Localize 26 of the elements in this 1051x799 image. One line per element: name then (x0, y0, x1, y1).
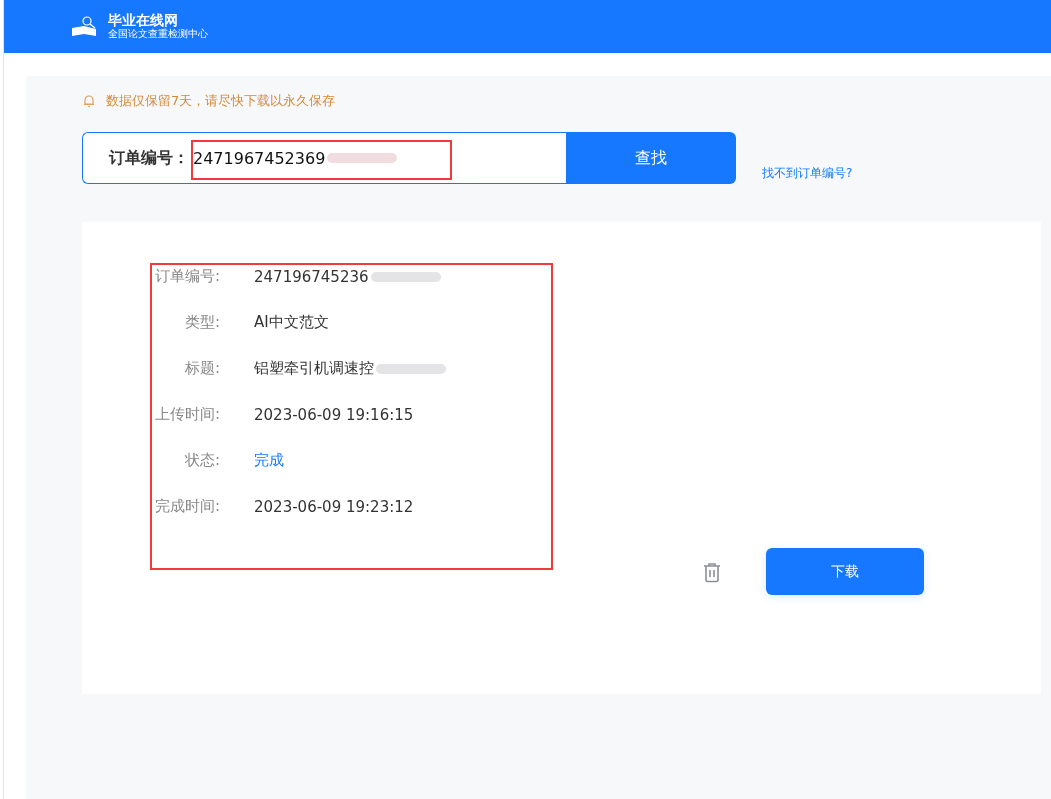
order-search-field[interactable]: 订单编号： 2471967452369 (82, 132, 566, 184)
blurred-patch (376, 363, 446, 374)
field-label: 状态: (183, 451, 220, 470)
field-value: 2023-06-09 19:23:12 (254, 497, 414, 516)
blurred-patch (370, 271, 441, 282)
field-value: 247196745236 (254, 267, 369, 286)
download-button[interactable]: 下载 (766, 548, 924, 595)
field-label: 类型: (183, 313, 220, 332)
notice-text: 数据仅保留7天，请尽快下载以永久保存 (106, 92, 336, 110)
field-label: 订单编号: (153, 267, 220, 286)
site-name: 毕业在线网 (108, 13, 178, 28)
field-value: 2023-06-09 19:16:15 (254, 405, 414, 424)
blurred-patch (327, 153, 398, 163)
site-tagline: 全国论文查重检测中心 (108, 28, 208, 40)
field-value: AI中文范文 (254, 313, 329, 332)
field-label: 完成时间: (153, 497, 220, 516)
field-value: 铝塑牵引机调速控 (254, 359, 374, 378)
status-text: 完成 (254, 451, 284, 470)
bell-icon (82, 94, 96, 108)
field-label: 订单编号： (109, 147, 189, 169)
help-link[interactable]: 找不到订单编号? (762, 165, 853, 182)
search-button[interactable]: 查找 (566, 132, 736, 184)
trash-icon[interactable] (702, 560, 722, 583)
field-label: 标题: (183, 359, 220, 378)
order-number-input[interactable]: 2471967452369 (193, 148, 326, 168)
field-label: 上传时间: (153, 405, 220, 424)
